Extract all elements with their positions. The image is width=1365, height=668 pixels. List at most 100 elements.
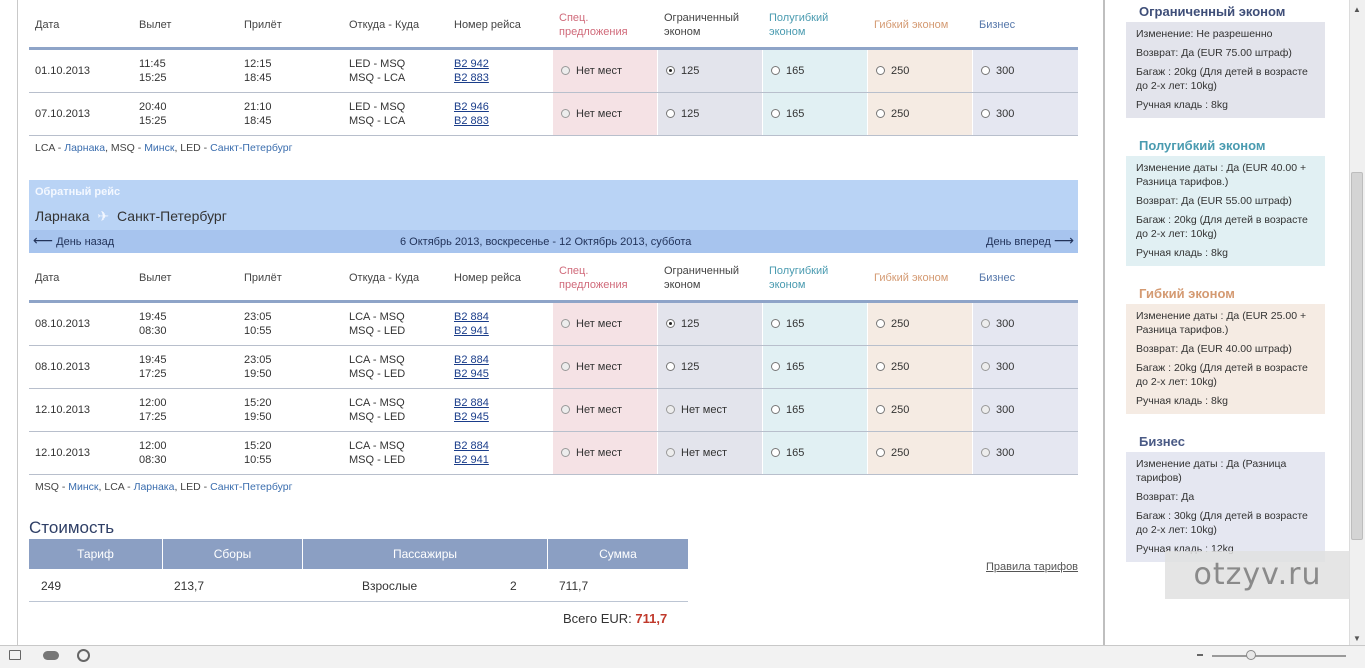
fare-label: 250 bbox=[891, 404, 910, 416]
flight-link[interactable]: B2 884 bbox=[454, 354, 489, 366]
flight-link[interactable]: B2 941 bbox=[454, 325, 489, 337]
fare-label: 250 bbox=[891, 108, 910, 120]
fare-label: Нет мест bbox=[576, 65, 623, 77]
fare-label: 165 bbox=[786, 361, 805, 373]
flight-link[interactable]: B2 941 bbox=[454, 454, 489, 466]
row-date: 07.10.2013 bbox=[35, 108, 91, 120]
flight-link[interactable]: B2 945 bbox=[454, 411, 489, 423]
speed-dial-icon[interactable] bbox=[77, 649, 90, 662]
sidebar-biz-title: Бизнес bbox=[1139, 434, 1185, 449]
cloud-icon[interactable] bbox=[43, 651, 59, 660]
fare-radio-limited[interactable] bbox=[666, 362, 675, 371]
fare-label: Нет мест bbox=[576, 318, 623, 330]
fare-radio-semi[interactable] bbox=[771, 405, 780, 414]
page-icon[interactable] bbox=[9, 650, 21, 660]
flight-link[interactable]: B2 946 bbox=[454, 101, 489, 113]
row-arrive: 23:05 19:50 bbox=[244, 354, 272, 380]
fare-label: 125 bbox=[681, 318, 700, 330]
sidebar-line: Ручная кладь : 8kg bbox=[1136, 395, 1228, 407]
fare-radio-special bbox=[561, 319, 570, 328]
fare-label: 165 bbox=[786, 447, 805, 459]
flight-link[interactable]: B2 884 bbox=[454, 397, 489, 409]
fare-radio-biz[interactable] bbox=[981, 362, 990, 371]
arrow-left-icon: ⟵ bbox=[33, 232, 54, 248]
cost-passenger-type: Взрослые bbox=[362, 579, 418, 593]
next-day-button[interactable]: День вперед ⟶ bbox=[986, 233, 1074, 249]
fare-label: Нет мест bbox=[576, 404, 623, 416]
fare-radio-special bbox=[561, 405, 570, 414]
flight-link[interactable]: B2 884 bbox=[454, 311, 489, 323]
row-arrive: 15:20 19:50 bbox=[244, 397, 272, 423]
row-date: 12.10.2013 bbox=[35, 447, 91, 459]
zoom-out-icon[interactable] bbox=[1197, 654, 1203, 656]
fare-radio-flex[interactable] bbox=[876, 66, 885, 75]
fare-radio-biz[interactable] bbox=[981, 319, 990, 328]
col-flex-header: Гибкий эконом bbox=[874, 272, 949, 284]
row-route: LCA - MSQ MSQ - LED bbox=[349, 311, 406, 337]
sidebar-line: Изменение: Не разрешенно bbox=[1136, 28, 1273, 40]
row-route: LCA - MSQ MSQ - LED bbox=[349, 354, 406, 380]
fare-radio-biz[interactable] bbox=[981, 405, 990, 414]
fare-radio-semi[interactable] bbox=[771, 66, 780, 75]
fare-radio-limited bbox=[666, 448, 675, 457]
col-flex-header: Гибкий эконом bbox=[874, 19, 949, 31]
fare-radio-semi[interactable] bbox=[771, 362, 780, 371]
scroll-down-icon[interactable]: ▼ bbox=[1353, 632, 1361, 646]
plane-icon: ✈ bbox=[97, 208, 110, 224]
fare-radio-flex[interactable] bbox=[876, 405, 885, 414]
cost-sum-value: 711,7 bbox=[559, 579, 589, 593]
fare-label: 250 bbox=[891, 361, 910, 373]
cost-passenger-count: 2 bbox=[510, 579, 517, 593]
fare-radio-limited[interactable] bbox=[666, 66, 675, 75]
page-left-border bbox=[17, 0, 18, 645]
col-flight-header: Номер рейса bbox=[454, 19, 521, 31]
return-route-title: Ларнака ✈ Санкт-Петербург bbox=[35, 208, 227, 224]
fare-radio-flex[interactable] bbox=[876, 109, 885, 118]
prev-day-button[interactable]: ⟵ День назад bbox=[33, 232, 114, 249]
scrollbar-thumb[interactable] bbox=[1351, 172, 1363, 540]
col-special-header: Спец. предложения bbox=[559, 265, 628, 291]
flight-link[interactable]: B2 942 bbox=[454, 58, 489, 70]
sidebar-line: Возврат: Да (EUR 75.00 штраф) bbox=[1136, 47, 1292, 59]
zoom-slider-handle[interactable] bbox=[1246, 650, 1256, 660]
flight-link[interactable]: B2 883 bbox=[454, 72, 489, 84]
sidebar-line: Изменение даты : Да (EUR 25.00 + Разница… bbox=[1136, 310, 1307, 336]
row-route: LCA - MSQ MSQ - LED bbox=[349, 440, 406, 466]
fare-radio-semi[interactable] bbox=[771, 319, 780, 328]
col-arrive-header: Прилёт bbox=[244, 19, 282, 31]
fare-rules-link[interactable]: Правила тарифов bbox=[986, 560, 1078, 574]
col-semi-header: Полугибкий эконом bbox=[769, 12, 829, 38]
row-date: 08.10.2013 bbox=[35, 318, 91, 330]
fare-label: 165 bbox=[786, 65, 805, 77]
fare-radio-biz[interactable] bbox=[981, 448, 990, 457]
airport-legend: LCA - Ларнака, MSQ - Минск, LED - Санкт-… bbox=[35, 142, 293, 154]
fare-radio-semi[interactable] bbox=[771, 448, 780, 457]
row-flights: B2 884 B2 941 bbox=[454, 310, 489, 338]
row-depart: 12:00 17:25 bbox=[139, 397, 167, 423]
fare-radio-limited[interactable] bbox=[666, 109, 675, 118]
fare-label: 300 bbox=[996, 404, 1015, 416]
row-depart: 19:45 08:30 bbox=[139, 311, 167, 337]
fare-radio-biz[interactable] bbox=[981, 109, 990, 118]
sidebar-line: Возврат: Да (EUR 55.00 штраф) bbox=[1136, 195, 1292, 207]
row-arrive: 15:20 10:55 bbox=[244, 440, 272, 466]
sidebar-line: Багаж : 20kg (Для детей в возрасте до 2-… bbox=[1136, 362, 1308, 388]
fare-label: 125 bbox=[681, 65, 700, 77]
fare-label: 250 bbox=[891, 65, 910, 77]
row-date: 12.10.2013 bbox=[35, 404, 91, 416]
flight-link[interactable]: B2 883 bbox=[454, 115, 489, 127]
fare-radio-biz[interactable] bbox=[981, 66, 990, 75]
fare-radio-limited[interactable] bbox=[666, 319, 675, 328]
col-limited-header: Ограниченный эконом bbox=[664, 265, 740, 291]
flight-link[interactable]: B2 884 bbox=[454, 440, 489, 452]
fare-radio-flex[interactable] bbox=[876, 448, 885, 457]
fare-radio-semi[interactable] bbox=[771, 109, 780, 118]
flight-link[interactable]: B2 945 bbox=[454, 368, 489, 380]
scroll-up-icon[interactable]: ▲ bbox=[1353, 3, 1361, 17]
zoom-slider[interactable] bbox=[1212, 655, 1346, 657]
fare-radio-flex[interactable] bbox=[876, 362, 885, 371]
fare-label: Нет мест bbox=[576, 361, 623, 373]
fare-radio-flex[interactable] bbox=[876, 319, 885, 328]
fare-label: 165 bbox=[786, 404, 805, 416]
row-depart: 20:40 15:25 bbox=[139, 101, 167, 127]
